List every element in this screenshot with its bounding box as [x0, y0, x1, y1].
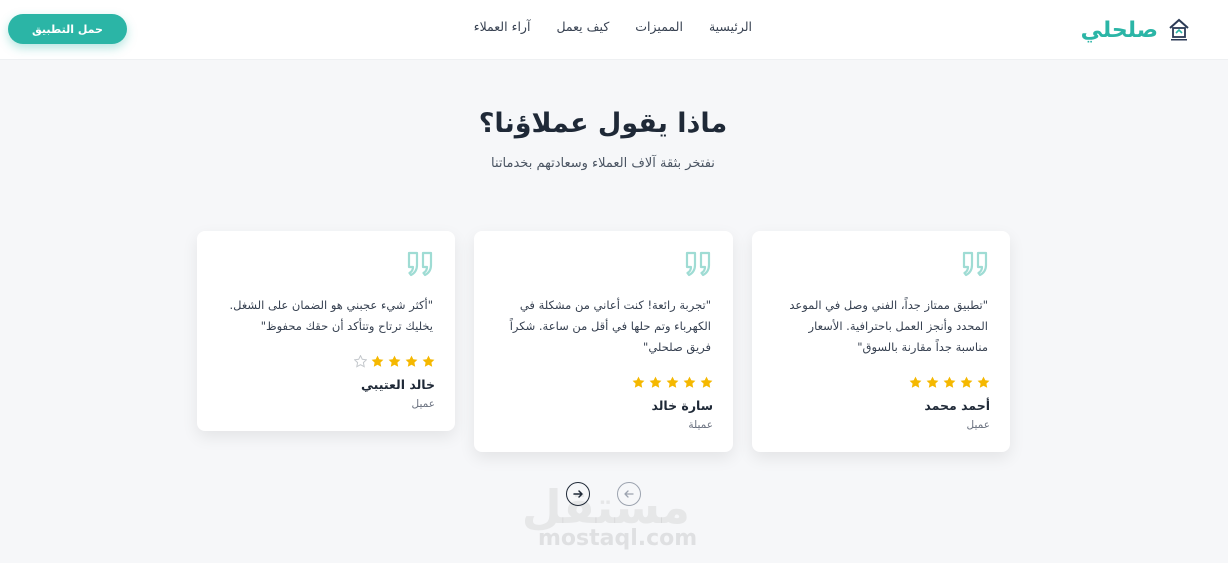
quote-icon	[685, 251, 711, 277]
testimonial-line: فريق صلحلي"	[643, 340, 711, 354]
section-title: ماذا يقول عملاؤنا؟	[478, 108, 728, 139]
top-navbar: صلحلي الرئيسية المميزات كيف يعمل آراء ال…	[0, 0, 1228, 60]
star-filled-icon	[371, 355, 384, 367]
star-filled-icon	[926, 376, 939, 388]
quote-icon	[962, 251, 988, 277]
star-filled-icon	[943, 376, 956, 388]
testimonial-line: "تطبيق ممتاز جداً، الفني وصل في الموعد	[789, 298, 988, 312]
testimonial-line: المحدد وأنجز العمل باحترافية. الأسعار	[808, 319, 988, 333]
customer-role: عميل	[966, 419, 990, 431]
star-filled-icon	[700, 376, 713, 388]
star-filled-icon	[909, 376, 922, 388]
star-filled-icon	[422, 355, 435, 367]
star-filled-icon	[683, 376, 696, 388]
testimonial-text: "تجربة رائعة! كنت أعاني من مشكلة في الكه…	[492, 295, 711, 358]
arrow-left-icon	[624, 490, 634, 498]
customer-name: أحمد محمد	[924, 398, 990, 413]
customer-role: عميل	[411, 398, 435, 410]
nav-link-features[interactable]: المميزات	[635, 19, 683, 34]
carousel-next-button[interactable]	[566, 482, 590, 506]
download-app-button[interactable]: حمل التطبيق	[8, 14, 127, 44]
testimonial-card: "تجربة رائعة! كنت أعاني من مشكلة في الكه…	[474, 231, 733, 452]
brand-logo[interactable]: صلحلي	[1081, 14, 1190, 46]
testimonial-line: "أكثر شيء عجبني هو الضمان على الشغل.	[229, 298, 433, 312]
house-logo-icon	[1169, 18, 1189, 41]
star-filled-icon	[977, 376, 990, 388]
star-empty-icon	[354, 355, 367, 368]
testimonial-text: "أكثر شيء عجبني هو الضمان على الشغل. يخل…	[215, 295, 433, 337]
star-rating	[909, 376, 990, 389]
section-subtitle: نفتخر بثقة آلاف العملاء وسعادتهم بخدماتن…	[491, 156, 715, 171]
testimonial-line: يخليك ترتاح وتتأكد أن حقك محفوظ"	[260, 319, 433, 333]
nav-link-how-it-works[interactable]: كيف يعمل	[556, 19, 609, 34]
nav-link-home[interactable]: الرئيسية	[709, 19, 752, 34]
testimonial-card: "تطبيق ممتاز جداً، الفني وصل في الموعد ا…	[752, 231, 1010, 452]
testimonial-line: "تجربة رائعة! كنت أعاني من مشكلة في	[519, 298, 711, 312]
nav-link-testimonials[interactable]: آراء العملاء	[474, 19, 531, 34]
brand-name: صلحلي	[1080, 17, 1158, 43]
customer-name: خالد العتيبي	[361, 377, 435, 392]
arrow-right-icon	[573, 490, 583, 498]
testimonial-line: مناسبة جداً مقارنة بالسوق"	[857, 340, 988, 354]
star-filled-icon	[666, 376, 679, 388]
star-rating	[632, 376, 713, 389]
quote-icon	[407, 251, 433, 277]
testimonial-line: الكهرباء وتم حلها في أقل من ساعة. شكراً	[509, 319, 711, 333]
star-rating	[354, 355, 435, 368]
star-filled-icon	[405, 355, 418, 367]
star-filled-icon	[632, 376, 645, 388]
customer-role: عميلة	[688, 419, 713, 431]
star-filled-icon	[649, 376, 662, 388]
customer-name: سارة خالد	[651, 398, 713, 413]
watermark-url: mostaql.com	[538, 526, 698, 551]
testimonial-text: "تطبيق ممتاز جداً، الفني وصل في الموعد ا…	[770, 295, 988, 358]
carousel-prev-button[interactable]	[617, 482, 641, 506]
star-filled-icon	[388, 355, 401, 367]
main-nav: الرئيسية المميزات كيف يعمل آراء العملاء	[474, 19, 752, 34]
testimonial-card: "أكثر شيء عجبني هو الضمان على الشغل. يخل…	[197, 231, 455, 431]
star-filled-icon	[960, 376, 973, 388]
